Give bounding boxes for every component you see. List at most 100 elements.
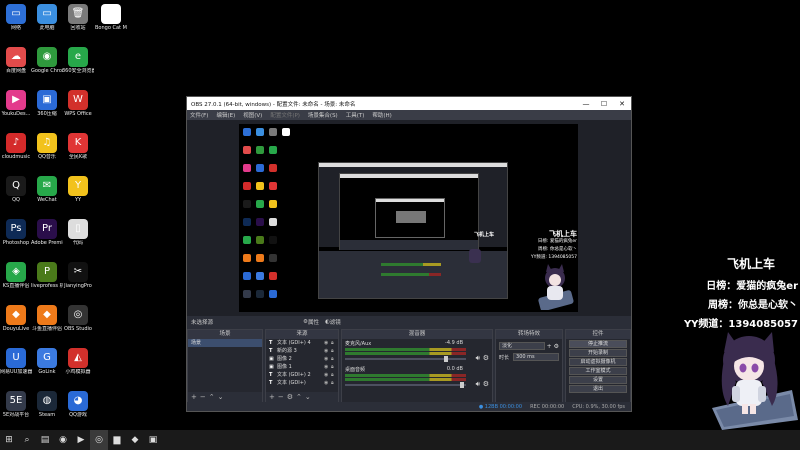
volume-slider-knob[interactable] <box>444 356 449 362</box>
studio-mode-button[interactable]: 工作室模式 <box>569 367 627 375</box>
taskbar-360-browser[interactable]: ◉ <box>54 430 72 450</box>
add-scene-button[interactable]: + <box>191 393 200 401</box>
desktop-icon[interactable]: ◕ QQ游戏 <box>62 391 94 418</box>
desktop-icon[interactable]: ◎ OBS Studio <box>62 305 94 332</box>
transition-add-icon[interactable]: + <box>547 343 552 350</box>
source-item[interactable]: T 文本 (GDI+) 4 ◉ 🔒︎ <box>266 339 338 347</box>
eye-icon[interactable]: ◉ <box>324 379 331 387</box>
exit-button[interactable]: 退出 <box>569 385 627 393</box>
desktop-icon[interactable]: ✉ WeChat <box>31 176 63 203</box>
source-item[interactable]: ▣ 图像 2 ◉ 🔒︎ <box>266 355 338 363</box>
gear-icon[interactable]: ⚙ <box>483 354 489 362</box>
start-recording-button[interactable]: 开始录制 <box>569 349 627 357</box>
desktop-icon[interactable]: G GoLink <box>31 348 63 375</box>
obs-titlebar[interactable]: OBS 27.0.1 (64-bit, windows) - 配置文件: 未命名… <box>187 97 631 110</box>
duration-input[interactable]: 300 ms <box>513 353 559 361</box>
desktop-icon[interactable]: K 全民K歌 <box>62 133 94 160</box>
lock-icon[interactable]: 🔒︎ <box>331 363 338 371</box>
menu-help[interactable]: 帮助(H) <box>372 111 391 119</box>
desktop-icon[interactable]: ◆ DouyuLive <box>0 305 32 332</box>
minimize-button[interactable]: — <box>577 100 595 108</box>
desktop-icon[interactable]: PrAdobe Premie... <box>31 219 63 246</box>
desktop-icon[interactable]: U 网易UU加速器 <box>0 348 32 375</box>
remove-source-button[interactable]: − <box>278 393 287 401</box>
settings-button[interactable]: 设置 <box>569 376 627 384</box>
menu-scene-collection[interactable]: 场景集合(S) <box>308 111 338 119</box>
eye-icon[interactable]: ◉ <box>324 339 331 347</box>
desktop-icon[interactable]: ▣ 360压缩 <box>31 90 63 117</box>
taskbar-folder[interactable]: ▆ <box>108 430 126 450</box>
eye-icon[interactable]: ◉ <box>324 363 331 371</box>
transition-type-select[interactable]: 淡化 <box>499 342 545 350</box>
obs-preview-canvas[interactable]: 飞机上车 飞机上车 日榜: 爱猫的疯兔er 周榜: 你总是心软丶 YY频道: 1… <box>239 124 578 312</box>
taskbar-obs[interactable]: ◎ <box>90 430 108 450</box>
desktop-icon[interactable]: ☁ 百度网盘 <box>0 47 32 74</box>
stop-streaming-button[interactable]: 停止推流 <box>569 340 627 348</box>
menu-file[interactable]: 文件(F) <box>190 111 208 119</box>
desktop-icon[interactable]: ▭ 此电脑 <box>31 4 63 31</box>
menu-view[interactable]: 视图(V) <box>243 111 262 119</box>
desktop-icon[interactable]: ▶ YoukuDes... <box>0 90 32 117</box>
start-button[interactable]: ⊞ <box>0 430 18 450</box>
desktop-icon[interactable]: ◭ 小鸡模拟器 <box>62 348 94 375</box>
gear-icon[interactable]: ⚙ <box>483 380 489 388</box>
desktop-icon[interactable]: ▭ 网络 <box>0 4 32 31</box>
eye-icon[interactable]: ◉ <box>324 347 331 355</box>
desktop-icon[interactable]: ●Bongo Cat Mver <box>95 4 127 31</box>
source-up-button[interactable]: ⌃ <box>296 393 305 401</box>
taskbar-app-red[interactable]: ▣ <box>144 430 162 450</box>
scene-down-button[interactable]: ⌄ <box>218 393 227 401</box>
desktop-icon[interactable]: ♫ QQ音乐 <box>31 133 63 160</box>
desktop-icon[interactable]: e 360安全浏览器 <box>62 47 94 74</box>
desktop-icon[interactable]: Y YY <box>62 176 94 203</box>
scene-up-button[interactable]: ⌃ <box>209 393 218 401</box>
lock-icon[interactable]: 🔒︎ <box>331 355 338 363</box>
lock-icon[interactable]: 🔒︎ <box>331 347 338 355</box>
menu-profile[interactable]: 配置文件(P) <box>270 111 300 119</box>
eye-icon[interactable]: ◉ <box>324 355 331 363</box>
obs-window[interactable]: OBS 27.0.1 (64-bit, windows) - 配置文件: 未命名… <box>186 96 632 412</box>
scene-item[interactable]: 场景 <box>188 339 262 347</box>
speaker-icon[interactable]: 🔊︎ <box>476 380 480 389</box>
volume-slider[interactable] <box>345 382 466 388</box>
desktop-icon[interactable]: 5E 5E对战平台 <box>0 391 32 418</box>
source-item[interactable]: T 文本 (GDI+) 2 ◉ 🔒︎ <box>266 371 338 379</box>
maximize-button[interactable]: ☐ <box>595 100 613 108</box>
desktop-icon[interactable]: ◍ Steam <box>31 391 63 418</box>
source-item[interactable]: ▣ 图像 1 ◉ 🔒︎ <box>266 363 338 371</box>
close-button[interactable]: ✕ <box>613 100 631 108</box>
lock-icon[interactable]: 🔒︎ <box>331 371 338 379</box>
menu-edit[interactable]: 编辑(E) <box>216 111 235 119</box>
speaker-icon[interactable]: 🔊︎ <box>476 354 480 363</box>
menu-tools[interactable]: 工具(T) <box>346 111 365 119</box>
source-item[interactable]: T 新的源 3 ◉ 🔒︎ <box>266 347 338 355</box>
desktop-icon[interactable]: Q QQ <box>0 176 32 203</box>
taskbar-app-orange[interactable]: ◆ <box>126 430 144 450</box>
task-view-button[interactable]: ▤ <box>36 430 54 450</box>
taskbar-live[interactable]: ▶ <box>72 430 90 450</box>
desktop-icon[interactable]: ♪ cloudmusic <box>0 133 32 160</box>
volume-slider-knob[interactable] <box>459 382 464 388</box>
desktop-icon[interactable]: Ps Photoshop <box>0 219 32 246</box>
desktop-icon[interactable]: ▯ 代码 <box>62 219 94 246</box>
desktop-icon[interactable]: ✂ JianyingPro <box>62 262 94 289</box>
source-settings-icon[interactable]: ⚙ <box>287 393 296 401</box>
source-down-button[interactable]: ⌄ <box>305 393 314 401</box>
lock-icon[interactable]: 🔒︎ <box>331 339 338 347</box>
desktop-icon[interactable]: Pliveprofess 机器 <box>31 262 63 289</box>
search-button[interactable]: ⌕ <box>18 430 36 450</box>
start-virtual-camera-button[interactable]: 启动虚拟摄像机 <box>569 358 627 366</box>
volume-slider[interactable] <box>345 356 466 362</box>
desktop-icon[interactable]: ◈ KS直播伴侣 <box>0 262 32 289</box>
eye-icon[interactable]: ◉ <box>324 371 331 379</box>
desktop-icon[interactable]: ◆ 斗鱼直播伴侣 <box>31 305 63 332</box>
properties-button[interactable]: 属性 <box>308 318 319 326</box>
remove-scene-button[interactable]: − <box>200 393 209 401</box>
transition-settings-icon[interactable]: ⚙ <box>554 343 559 350</box>
desktop-icon[interactable]: ◉Google Chrome <box>31 47 63 74</box>
filters-button[interactable]: 滤镜 <box>330 318 341 326</box>
add-source-button[interactable]: + <box>269 393 278 401</box>
source-item[interactable]: T 文本 (GDI+) ◉ 🔒︎ <box>266 379 338 387</box>
desktop-icon[interactable]: 🗑 回收站 <box>62 4 94 31</box>
desktop-icon[interactable]: W WPS Office <box>62 90 94 117</box>
